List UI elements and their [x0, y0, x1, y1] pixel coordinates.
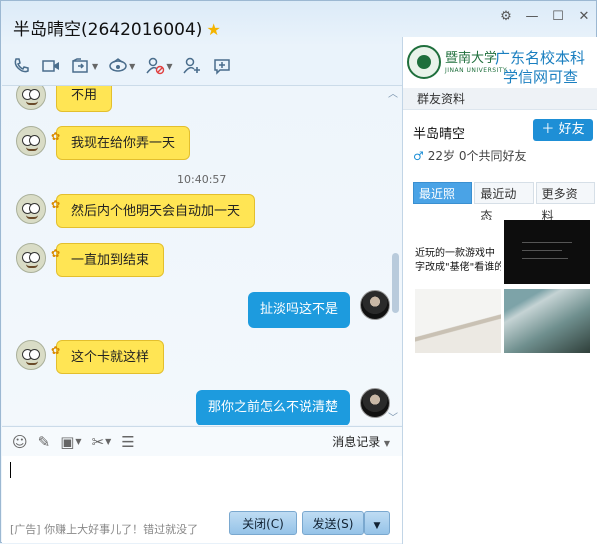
screenshot-icon[interactable]: ✂ ▼ [92, 433, 112, 451]
recent-photo[interactable] [504, 289, 590, 353]
university-name: 暨南大学 [445, 51, 498, 66]
scroll-up-icon[interactable]: ︿ [388, 85, 398, 100]
chat-toolbar: ▼ ▼ ▼ [9, 53, 234, 79]
phone-icon[interactable] [9, 54, 33, 78]
contact-avatar[interactable] [16, 243, 46, 273]
tab-more-info[interactable]: 更多资料 [535, 182, 595, 223]
recent-photo[interactable] [504, 220, 590, 284]
close-chat-button[interactable]: 关闭(C) [229, 511, 297, 535]
input-toolbar: ☺ ✎ ▣ ▼ ✂ ▼ ☰ 消息记录 ▼ [2, 426, 402, 456]
tab-recent-activity[interactable]: 最近动态 [474, 182, 534, 223]
message-row: 不用 [2, 86, 402, 114]
profile-name: 半岛晴空 [413, 127, 466, 142]
contact-title: 半岛晴空(2642016004) [13, 20, 203, 40]
bubble-decoration-icon: ✿ [51, 247, 61, 260]
contact-avatar[interactable] [16, 86, 46, 110]
chat-window: 半岛晴空(2642016004) ★ ⚙ — ☐ ✕ ▼ ▼ ▼ 不用 ✿ 我现… [0, 0, 597, 544]
photo-caption-line: 近玩的一款游戏中 [415, 248, 495, 259]
tab-recent-photos[interactable]: 最近照片 [413, 182, 473, 223]
maximize-button[interactable]: ☐ [549, 9, 567, 24]
my-avatar[interactable] [360, 388, 390, 418]
message-row: ✿ 我现在给你弄一天 [2, 124, 402, 164]
add-user-icon[interactable] [180, 54, 204, 78]
message-history-button[interactable]: 消息记录 ▼ [332, 433, 390, 450]
message-timestamp: 10:40:57 [177, 173, 227, 186]
send-options-button[interactable]: ▼ [364, 511, 390, 535]
video-icon[interactable] [39, 54, 63, 78]
chevron-down-icon[interactable]: ▼ [129, 62, 135, 71]
contact-avatar[interactable] [16, 194, 46, 224]
bubble-decoration-icon: ✿ [51, 130, 61, 143]
profile-tabs: 最近照片 最近动态 更多资料 [413, 182, 597, 223]
scrollbar-thumb[interactable] [392, 253, 399, 313]
block-icon[interactable]: ▼ [143, 54, 174, 78]
banner-ad-line1: 广东名校本科 [495, 49, 586, 67]
my-avatar[interactable] [360, 290, 390, 320]
message-bubble-incoming[interactable]: ✿ 这个卡就这样 [51, 340, 165, 374]
remote-assist-icon[interactable]: ▼ [106, 54, 137, 78]
university-logo [407, 45, 441, 79]
contact-avatar[interactable] [16, 340, 46, 370]
favorite-star-icon[interactable]: ★ [206, 20, 220, 39]
profile-info: ♂ 22岁 0个共同好友 [413, 148, 527, 164]
message-row: 扯淡吗这不是 [2, 288, 402, 330]
male-icon: ♂ [413, 148, 424, 163]
message-bubble-incoming[interactable]: ✿ 我现在给你弄一天 [51, 126, 191, 160]
chevron-down-icon[interactable]: ▼ [92, 62, 98, 71]
plus-icon: ＋ [541, 122, 555, 137]
message-row: 那你之前怎么不说清楚 [2, 384, 402, 425]
bubble-decoration-icon: ✿ [51, 198, 61, 211]
input-footer: [广告] 你赚上大好事儿了！错过就没了 关闭(C) 发送(S) ▼ [2, 508, 402, 543]
share-screen-icon[interactable]: ▼ [69, 54, 100, 78]
ad-banner[interactable]: 暨南大学 JINAN UNIVERSITY 广东名校本科 学信网可查 [403, 41, 597, 87]
contact-avatar[interactable] [16, 126, 46, 156]
chevron-down-icon[interactable]: ▼ [166, 62, 172, 71]
settings-icon[interactable]: ⚙ [497, 9, 515, 24]
message-row: ✿ 一直加到结束 [2, 241, 402, 281]
chevron-down-icon[interactable]: ▼ [374, 521, 381, 531]
chevron-down-icon[interactable]: ▼ [381, 439, 390, 448]
message-bubble-incoming[interactable]: ✿ 然后内个他明天会自动加一天 [51, 194, 256, 228]
member-info-panel: 暨南大学 JINAN UNIVERSITY 广东名校本科 学信网可查 群友资料 … [403, 37, 597, 544]
scroll-down-icon[interactable]: ﹀ [388, 409, 398, 424]
message-bubble-incoming[interactable]: 不用 [56, 86, 113, 112]
chevron-down-icon[interactable]: ▼ [105, 437, 111, 446]
photo-caption-line: 字改成"基佬"看谁的 [415, 262, 501, 273]
shake-icon[interactable]: ☰ [121, 433, 134, 451]
banner-ad-line2: 学信网可查 [503, 68, 579, 86]
send-button[interactable]: 发送(S) [302, 511, 364, 535]
text-cursor [10, 462, 11, 478]
add-friend-button[interactable]: ＋ 好友 [533, 119, 593, 141]
comment-icon[interactable] [210, 54, 234, 78]
chevron-down-icon[interactable]: ▼ [75, 437, 81, 446]
message-bubble-incoming[interactable]: ✿ 一直加到结束 [51, 243, 165, 277]
message-bubble-outgoing[interactable]: 扯淡吗这不是 [248, 292, 351, 328]
message-input[interactable] [2, 456, 402, 508]
emoji-icon[interactable]: ☺ [12, 433, 28, 451]
font-icon[interactable]: ✎ [38, 433, 51, 451]
window-title: 半岛晴空(2642016004) ★ [13, 15, 221, 40]
message-list[interactable]: 不用 ✿ 我现在给你弄一天 10:40:57 ✿ 然后内个他明天会自动加一天 ✿ 一直… [2, 85, 402, 425]
recent-photo[interactable]: 近玩的一款游戏中 字改成"基佬"看谁的 [415, 220, 501, 284]
university-name-en: JINAN UNIVERSITY [445, 67, 508, 74]
minimize-button[interactable]: — [523, 9, 541, 24]
message-row: ✿ 这个卡就这样 [2, 338, 402, 378]
recent-photo[interactable] [415, 289, 501, 353]
message-row: ✿ 然后内个他明天会自动加一天 [2, 192, 402, 232]
bubble-decoration-icon: ✿ [51, 344, 61, 357]
ad-link[interactable]: [广告] 你赚上大好事儿了！错过就没了 [10, 521, 198, 537]
image-icon[interactable]: ▣ ▼ [60, 433, 81, 451]
message-bubble-outgoing[interactable]: 那你之前怎么不说清楚 [196, 390, 351, 425]
section-title: 群友资料 [403, 88, 597, 110]
close-button[interactable]: ✕ [575, 9, 593, 24]
